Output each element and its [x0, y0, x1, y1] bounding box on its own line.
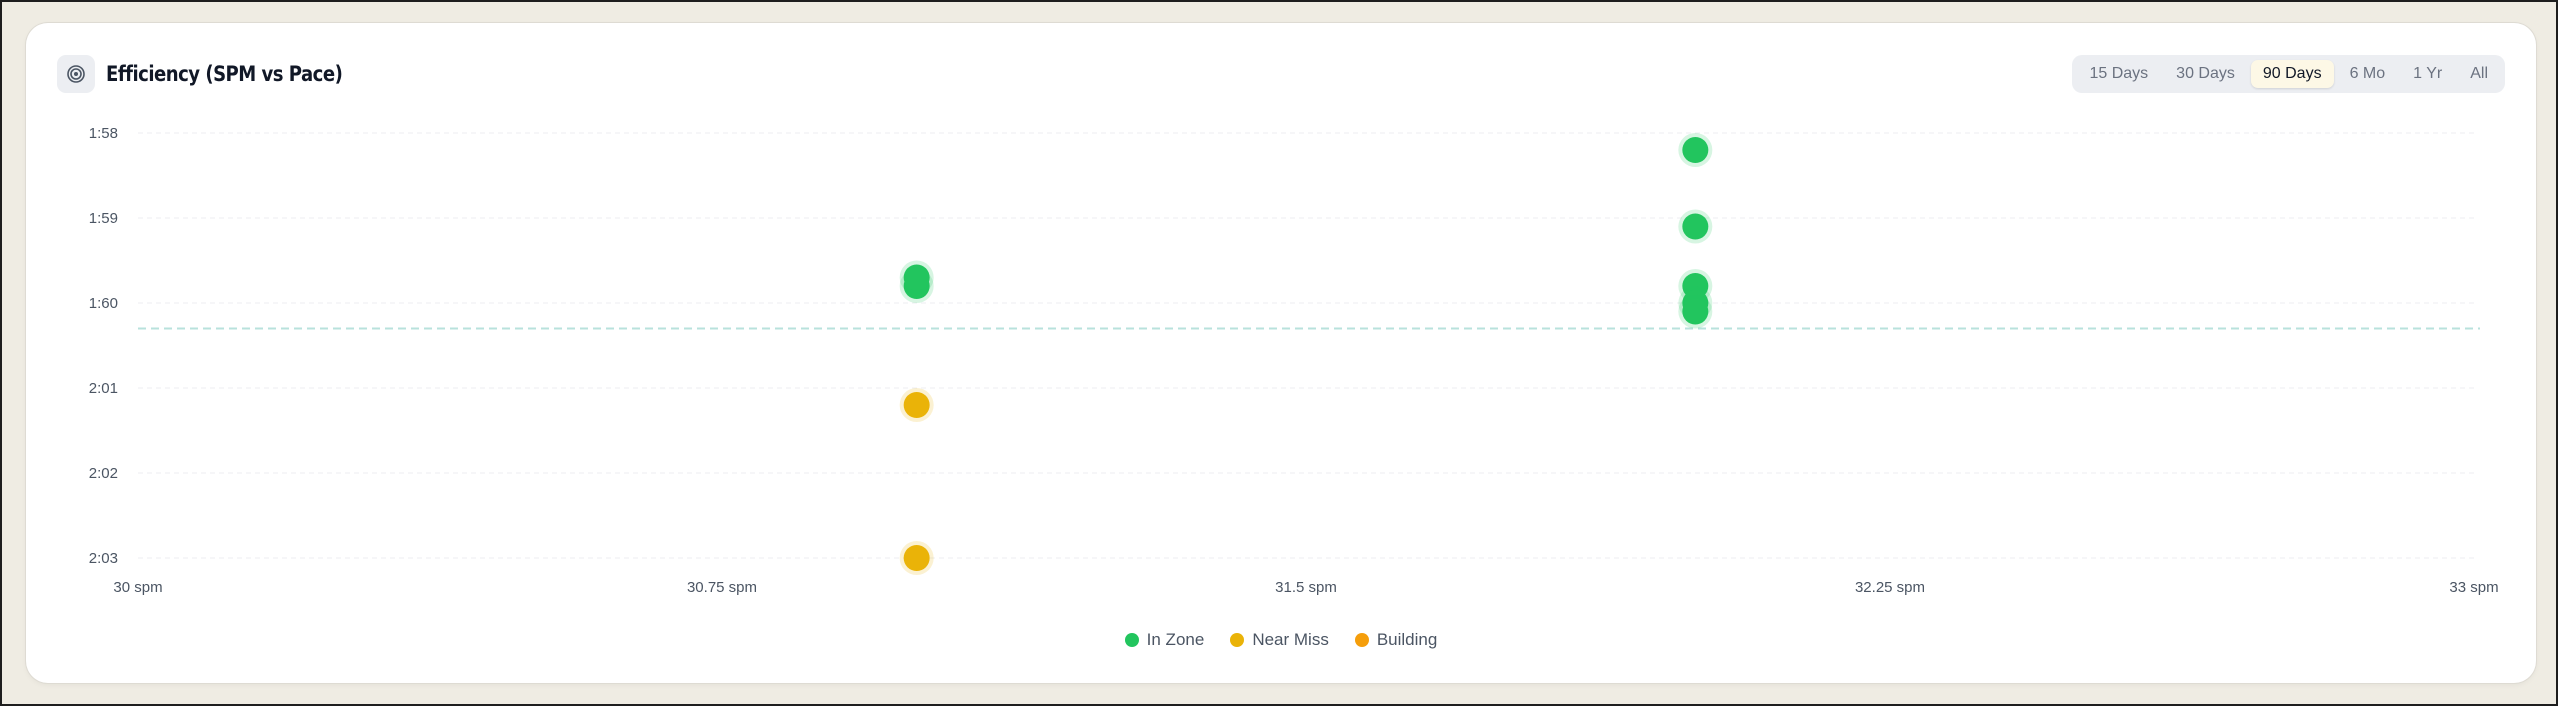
scatter-chart: 1:58 1:59 1:60 2:01 2:02 2:03 30 spm 30.75 spm 3… [89, 125, 2499, 596]
x-tick-label: 31.5 spm [1275, 579, 1337, 596]
legend-swatch [1354, 633, 1369, 647]
data-point [1682, 298, 1709, 325]
data-point [1682, 137, 1709, 163]
y-tick-label: 1:58 [89, 125, 118, 142]
y-tick-label: 2:03 [89, 550, 118, 567]
data-point [903, 545, 930, 571]
y-tick-label: 2:02 [89, 465, 118, 482]
legend-swatch [1124, 633, 1139, 647]
x-tick-label: 33 spm [2449, 579, 2498, 596]
y-tick-label: 2:01 [89, 380, 118, 397]
legend-item-in-zone[interactable]: In Zone [1124, 628, 1205, 652]
x-tick-label: 30 spm [113, 579, 162, 596]
y-tick-label: 1:60 [89, 295, 118, 312]
efficiency-card: Efficiency (SPM vs Pace) 15 Days 30 Days 9… [26, 23, 2536, 683]
y-tick-label: 1:59 [89, 210, 118, 227]
chart-legend: In Zone Near Miss Building [26, 628, 2536, 652]
legend-item-building[interactable]: Building [1354, 628, 1438, 652]
legend-label: Building [1376, 630, 1438, 649]
window-frame: Efficiency (SPM vs Pace) 15 Days 30 Days 9… [0, 0, 2558, 706]
legend-item-near-miss[interactable]: Near Miss [1230, 628, 1329, 652]
data-point [1682, 213, 1709, 240]
legend-label: In Zone [1146, 630, 1205, 649]
x-tick-label: 32.25 spm [1855, 579, 1925, 596]
legend-swatch [1230, 633, 1245, 647]
data-point [903, 264, 930, 291]
legend-label: Near Miss [1252, 630, 1329, 649]
x-tick-label: 30.75 spm [687, 579, 757, 596]
data-point [903, 392, 930, 418]
